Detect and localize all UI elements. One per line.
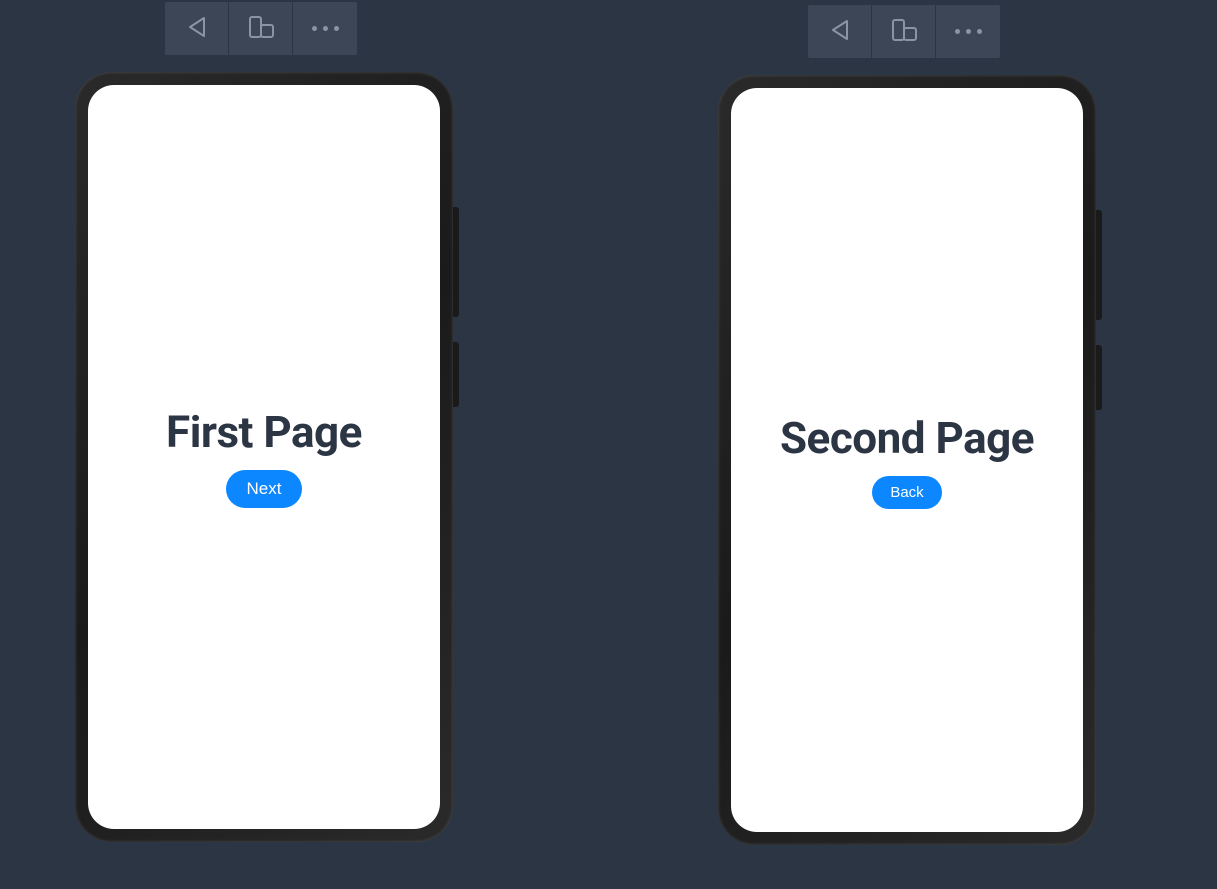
back-triangle-icon: [187, 16, 207, 42]
phone-screen: Second Page Back: [731, 88, 1083, 832]
device-icon: [890, 18, 918, 46]
back-button[interactable]: [165, 2, 229, 55]
more-menu-button[interactable]: [293, 2, 357, 55]
phone-frame: Second Page Back: [718, 75, 1096, 845]
preview-first-page: First Page Next: [75, 2, 453, 842]
phone-screen: First Page Next: [88, 85, 440, 829]
device-icon: [247, 15, 275, 43]
phone-side-button: [1096, 210, 1102, 320]
device-toggle-button[interactable]: [229, 2, 293, 55]
back-button-page[interactable]: Back: [872, 476, 941, 509]
phone-side-button: [453, 342, 459, 407]
preview-second-page: Second Page Back: [718, 5, 1096, 845]
next-button[interactable]: Next: [226, 470, 303, 508]
phone-frame: First Page Next: [75, 72, 453, 842]
more-dots-icon: [955, 29, 982, 34]
phone-side-button: [1096, 345, 1102, 410]
page-title: First Page: [166, 406, 362, 458]
preview-toolbar: [165, 2, 357, 55]
device-toggle-button[interactable]: [872, 5, 936, 58]
more-dots-icon: [312, 26, 339, 31]
back-button[interactable]: [808, 5, 872, 58]
phone-side-button: [453, 207, 459, 317]
back-triangle-icon: [830, 19, 850, 45]
more-menu-button[interactable]: [936, 5, 1000, 58]
page-title: Second Page: [780, 412, 1034, 464]
preview-toolbar: [808, 5, 1000, 58]
